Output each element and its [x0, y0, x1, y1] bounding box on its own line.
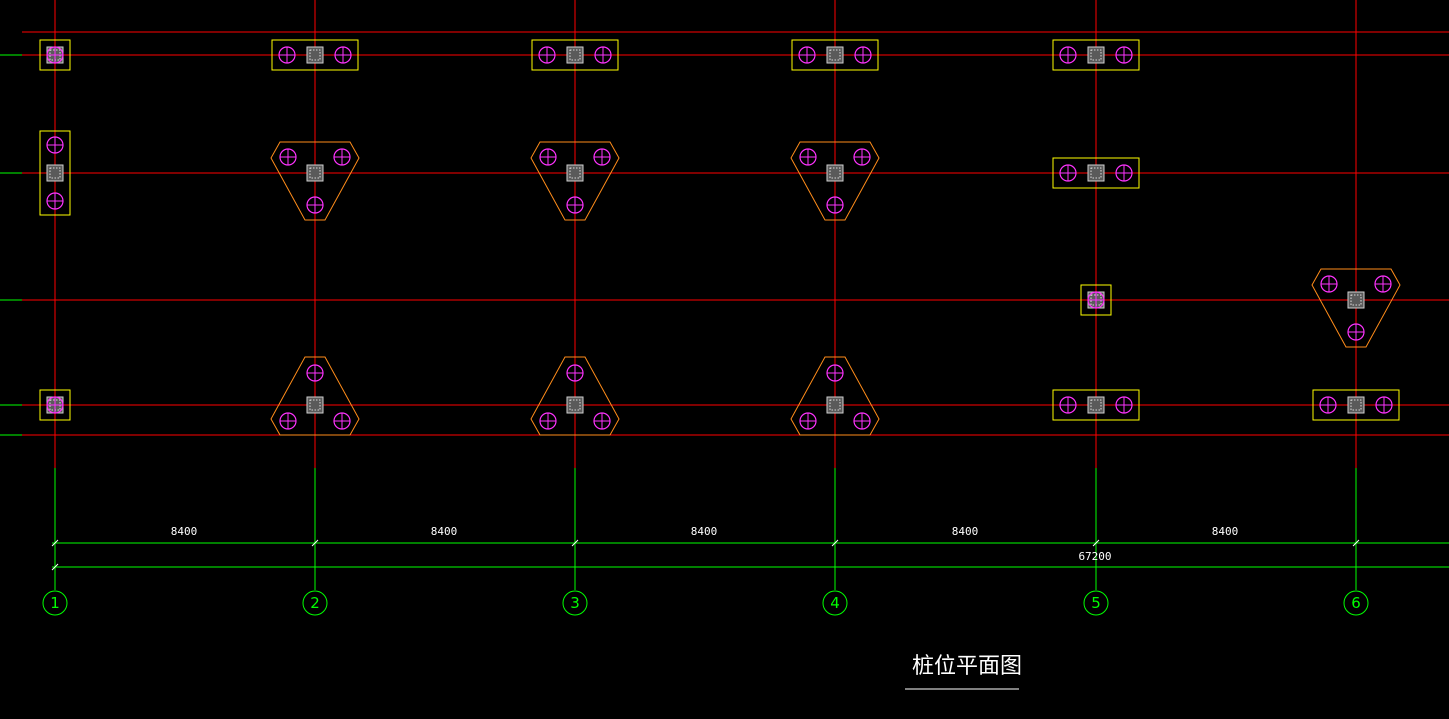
- drawing-title: 桩位平面图: [912, 654, 1022, 679]
- span-label-3: 8400: [691, 525, 718, 538]
- dimension-lines: [51, 539, 1449, 571]
- grid-lines: [0, 0, 1449, 590]
- column-block: [826, 46, 844, 64]
- column-block: [566, 164, 584, 182]
- span-label-4: 8400: [952, 525, 979, 538]
- column-block: [1347, 396, 1365, 414]
- column-block: [1347, 291, 1365, 309]
- column-block: [566, 46, 584, 64]
- column-block: [1087, 46, 1105, 64]
- column-block: [826, 164, 844, 182]
- axis-label-5: 5: [1091, 594, 1101, 612]
- total-dimension-label: 67200: [1078, 550, 1111, 563]
- axis-label-4: 4: [830, 594, 840, 612]
- column-block: [306, 396, 324, 414]
- column-block: [306, 46, 324, 64]
- column-block: [46, 164, 64, 182]
- axis-labels: [42, 590, 1369, 616]
- column-block: [1087, 396, 1105, 414]
- span-label-5: 8400: [1212, 525, 1239, 538]
- axis-label-6: 6: [1351, 594, 1361, 612]
- column-block: [826, 396, 844, 414]
- column-block: [566, 396, 584, 414]
- axis-label-1: 1: [50, 594, 60, 612]
- span-label-1: 8400: [171, 525, 198, 538]
- span-label-2: 8400: [431, 525, 458, 538]
- axis-label-2: 2: [310, 594, 320, 612]
- axis-label-3: 3: [570, 594, 580, 612]
- pile-layout-drawing: 8400 8400 8400 8400 8400 67200 1 2 3 4 5…: [0, 0, 1449, 690]
- column-block: [1087, 164, 1105, 182]
- column-block: [306, 164, 324, 182]
- pile-caps: [39, 39, 1401, 436]
